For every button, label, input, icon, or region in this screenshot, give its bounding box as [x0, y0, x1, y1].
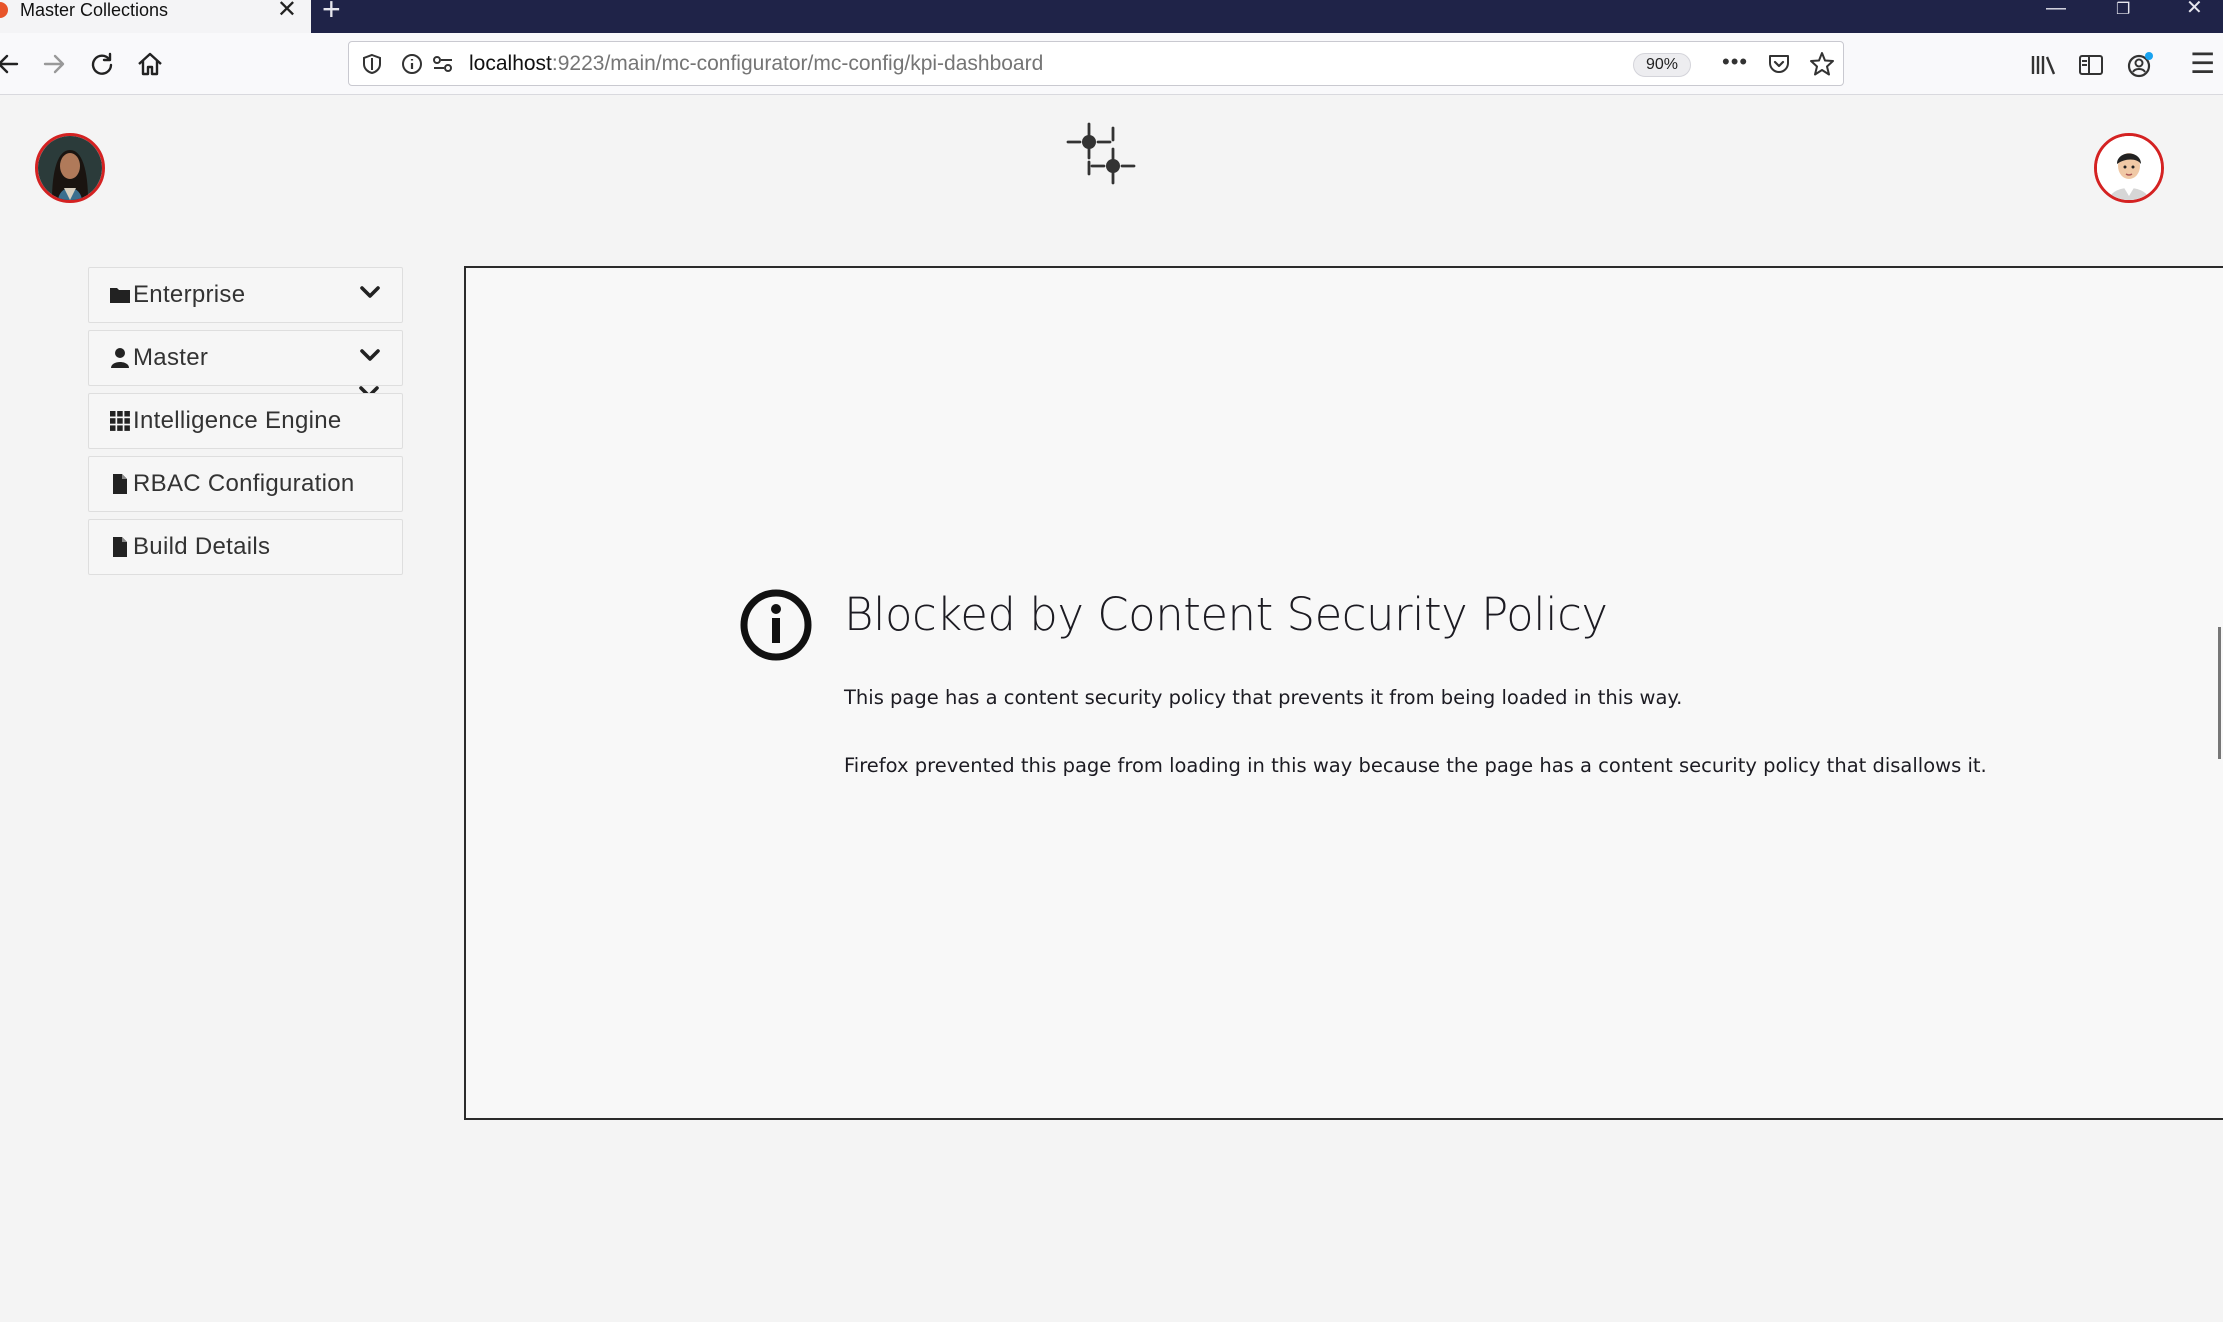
error-title: Blocked by Content Security Policy [844, 588, 1608, 641]
chevron-down-icon[interactable] [360, 285, 380, 299]
user-avatar-right[interactable] [2094, 133, 2164, 203]
sidebar-item-label: RBAC Configuration [133, 470, 355, 497]
home-icon [138, 52, 162, 76]
scrollbar-thumb[interactable] [2218, 627, 2221, 759]
restore-button[interactable]: ❐ [2116, 0, 2130, 20]
sidebar-item-label: Enterprise [133, 281, 246, 308]
file-icon [109, 536, 131, 558]
url-bar[interactable]: localhost:9223/main/mc-configurator/mc-c… [348, 41, 1844, 86]
sidebar-item-master[interactable]: Master [88, 330, 403, 386]
grid-icon [109, 410, 131, 432]
sidebar-item-intelligence-engine[interactable]: Intelligence Engine [88, 393, 403, 449]
sidebar-item-label: Intelligence Engine [133, 407, 342, 434]
man-cartoon-avatar-icon [2097, 136, 2161, 200]
chevron-down-icon[interactable] [360, 348, 380, 362]
reload-icon [91, 52, 113, 75]
app-logo-icon [1066, 122, 1136, 185]
sidebar-item-build-details[interactable]: Build Details [88, 519, 403, 575]
page-actions-icon[interactable]: ••• [1722, 49, 1748, 75]
user-avatar-left[interactable] [35, 133, 105, 203]
library-icon[interactable] [2030, 53, 2058, 77]
home-button[interactable] [132, 46, 168, 82]
forward-arrow-icon [43, 54, 65, 74]
tab-title: Master Collections [20, 0, 169, 20]
shield-icon[interactable] [361, 53, 383, 75]
zoom-badge[interactable]: 90% [1633, 53, 1691, 77]
user-icon [109, 347, 131, 369]
info-circle-icon [740, 589, 812, 661]
reload-button[interactable] [84, 46, 120, 82]
woman-portrait-icon [38, 136, 102, 200]
url-host: localhost [469, 52, 552, 75]
close-window-button[interactable]: ✕ [2186, 0, 2203, 18]
new-tab-button[interactable]: + [322, 0, 341, 25]
pocket-icon[interactable] [1767, 52, 1791, 76]
back-button[interactable] [0, 46, 26, 82]
tab-close-icon[interactable]: ✕ [277, 0, 297, 22]
info-icon[interactable] [401, 53, 423, 75]
sidebar-item-label: Build Details [133, 533, 271, 560]
url-path: :9223/main/mc-configurator/mc-config/kpi… [551, 52, 1044, 75]
bookmark-star-icon[interactable] [1809, 51, 1835, 77]
folder-icon [109, 284, 131, 306]
error-detail: Firefox prevented this page from loading… [844, 754, 1987, 777]
sidebar-item-label: Master [133, 344, 209, 371]
navigation-toolbar: localhost:9223/main/mc-configurator/mc-c… [0, 33, 2223, 95]
tab-master-collections[interactable]: Master Collections ✕ [0, 0, 311, 33]
sidebar-toggle-icon[interactable] [2078, 53, 2104, 77]
account-icon[interactable] [2126, 51, 2154, 79]
menu-icon[interactable]: ☰ [2190, 47, 2215, 80]
back-arrow-icon [0, 54, 19, 74]
forward-button[interactable] [36, 46, 72, 82]
tab-favicon-icon [0, 2, 8, 18]
minimize-button[interactable]: — [2046, 0, 2066, 18]
file-icon [109, 473, 131, 495]
sidebar-item-rbac-configuration[interactable]: RBAC Configuration [88, 456, 403, 512]
error-message: This page has a content security policy … [844, 686, 1683, 709]
permissions-icon[interactable] [431, 53, 455, 75]
tab-strip: Master Collections ✕ + — ❐ ✕ [0, 0, 2223, 33]
url-text[interactable]: localhost:9223/main/mc-configurator/mc-c… [469, 52, 1043, 76]
sidebar-item-enterprise[interactable]: Enterprise [88, 267, 403, 323]
